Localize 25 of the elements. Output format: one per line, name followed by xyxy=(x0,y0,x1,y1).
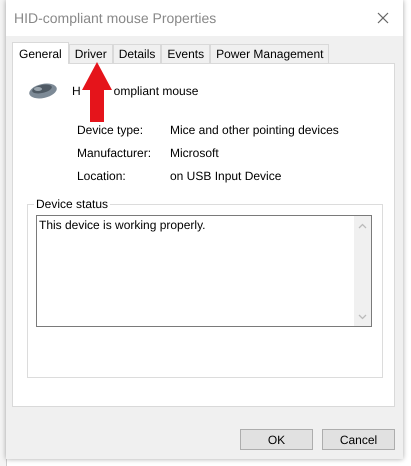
status-text: This device is working properly. xyxy=(38,217,206,232)
mouse-icon xyxy=(28,82,58,100)
tab[interactable]: Details xyxy=(112,44,162,63)
scrollbar[interactable] xyxy=(354,216,371,326)
tab[interactable]: Events xyxy=(161,44,210,63)
window-title: HID-compliant mouse Properties xyxy=(14,10,216,26)
scroll-up-icon[interactable] xyxy=(358,223,367,229)
tab[interactable]: Driver xyxy=(68,44,113,63)
tab[interactable]: Power Management xyxy=(210,44,330,63)
dialog-button[interactable]: Cancel xyxy=(322,429,395,450)
device-name: ompliant mouse xyxy=(114,84,198,98)
group-label: Device status xyxy=(34,197,110,211)
property-value: Microsoft xyxy=(170,147,220,160)
property-label: Location: xyxy=(77,170,127,183)
tab[interactable]: General xyxy=(12,42,69,64)
status-text-area[interactable]: This device is working properly. xyxy=(36,215,372,327)
arrow-drawing xyxy=(82,62,112,122)
property-label: Device type: xyxy=(77,124,144,137)
scroll-down-icon[interactable] xyxy=(358,314,367,320)
property-value: on USB Input Device xyxy=(170,170,282,183)
device-name: H xyxy=(72,84,81,98)
dialog-button[interactable]: OK xyxy=(240,429,313,450)
property-label: Manufacturer: xyxy=(77,147,152,160)
property-value: Mice and other pointing devices xyxy=(170,124,340,137)
close-icon xyxy=(377,12,389,24)
